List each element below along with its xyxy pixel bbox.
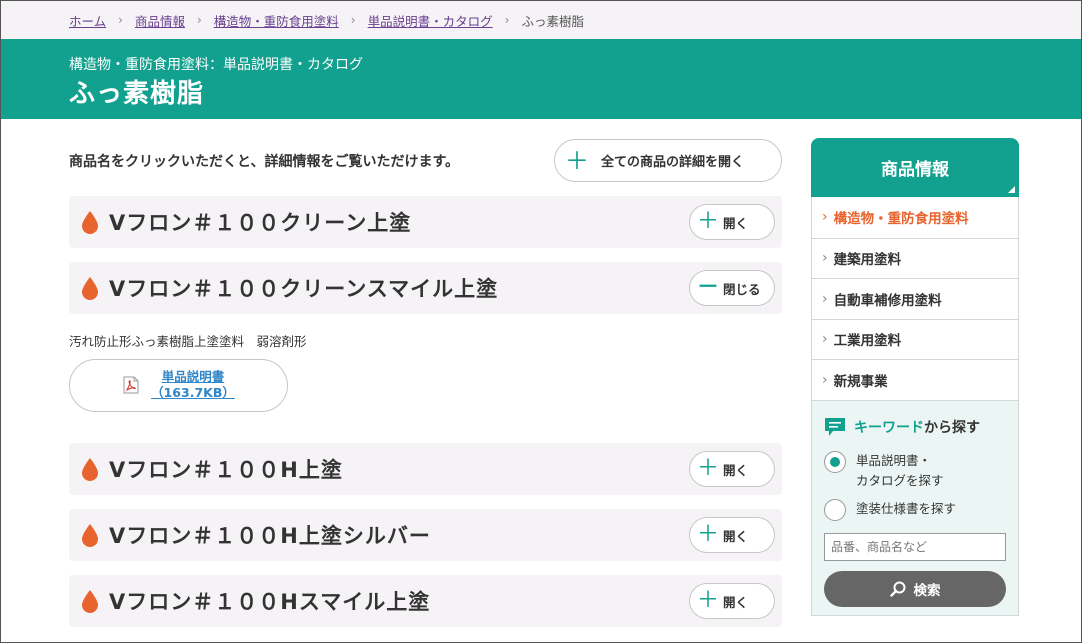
open-all-label: 全ての商品の詳細を開く [601,155,745,170]
speech-bubble-icon [825,417,845,436]
drop-icon [82,277,98,300]
chevron-right-icon: › [822,331,828,348]
chevron-right-icon: › [118,13,123,27]
sidebar-item-label: 構造物・重防食用塗料 [833,211,969,228]
radio-button-checked[interactable] [824,450,846,473]
breadcrumb: ホーム › 商品情報 › 構造物・重防食用塗料 › 単品説明書・カタログ › ふ… [1,1,1081,39]
radio-catalog-label-line2: カタログを探す [856,472,944,488]
pdf-title[interactable]: 単品説明書 [148,369,238,385]
page-subtitle: 構造物・重防食用塗料：単品説明書・カタログ [69,57,363,73]
close-button[interactable]: － 閉じる [689,270,775,306]
drop-icon [82,211,98,234]
sidebar-item-auto-refinish[interactable]: › 自動車補修用塗料 [812,278,1018,319]
sidebar-item-structure-coatings[interactable]: › 構造物・重防食用塗料 [812,197,1018,238]
chevron-right-icon: › [350,13,356,27]
breadcrumb-home[interactable]: ホーム [69,11,106,30]
product-name[interactable]: Vフロン＃１００クリーンスマイル上塗 [109,273,498,303]
drop-icon [82,524,98,547]
sidebar-item-building-coatings[interactable]: › 建築用塗料 [812,237,1018,278]
breadcrumb-products[interactable]: 商品情報 [135,11,185,30]
toggle-label: 閉じる [723,281,761,297]
toggle-label: 開く [723,594,749,610]
plus-icon: ＋ [697,209,720,234]
page-header: 構造物・重防食用塗料：単品説明書・カタログ ふっ素樹脂 [1,39,1081,119]
breadcrumb-current: ふっ素樹脂 [521,13,584,29]
radio-button[interactable] [824,498,846,521]
sidebar-item-label: 新規事業 [833,373,888,390]
keyword-title-rest: から探す [924,419,980,436]
chevron-right-icon: › [822,250,828,267]
open-button[interactable]: ＋ 開く [689,517,775,553]
product-row[interactable]: Vフロン＃１００クリーンスマイル上塗 － 閉じる [69,262,782,314]
radio-catalog-label: 単品説明書・ カタログを探す [856,451,944,491]
product-name[interactable]: Vフロン＃１００H上塗シルバー [109,520,431,550]
search-button[interactable]: 検索 [824,570,1006,607]
chevron-right-icon: › [822,371,828,388]
intro-text: 商品名をクリックいただくと、詳細情報をご覧いただけます。 [69,154,460,170]
sidebar-item-label: 建築用塗料 [833,252,902,269]
breadcrumb-catalog[interactable]: 単品説明書・カタログ [368,11,493,30]
plus-icon: ＋ [565,146,589,175]
drop-icon [82,458,98,481]
sidebar-title-text: 商品情報 [881,160,949,180]
keyword-search-input[interactable] [824,532,1006,561]
toggle-label: 開く [723,462,749,478]
sidebar-title: 商品情報 [811,138,1019,197]
pdf-download-button[interactable]: 単品説明書 （163.7KB） [69,359,288,412]
open-button[interactable]: ＋ 開く [689,451,775,487]
keyword-title-accent: キーワード [854,419,924,436]
search-button-label: 検索 [913,582,941,599]
open-button[interactable]: ＋ 開く [689,204,775,240]
plus-icon: ＋ [697,456,720,481]
product-row[interactable]: Vフロン＃１００H上塗 ＋ 開く [69,443,782,495]
toggle-label: 開く [723,528,749,544]
corner-triangle-icon [1008,186,1015,193]
sidebar-item-new-business[interactable]: › 新規事業 [812,359,1018,400]
product-row[interactable]: Vフロン＃１００クリーン上塗 ＋ 開く [69,196,782,248]
sidebar-item-industrial-coatings[interactable]: › 工業用塗料 [812,318,1018,359]
radio-spec-label: 塗装仕様書を探す [856,500,957,516]
sidebar-list: › 構造物・重防食用塗料 › 建築用塗料 › 自動車補修用塗料 › 工業用塗料 … [811,197,1019,401]
product-name[interactable]: Vフロン＃１００クリーン上塗 [109,207,411,237]
chevron-right-icon: › [822,290,828,307]
pdf-icon [123,376,139,394]
chevron-right-icon: › [504,13,510,27]
pdf-link[interactable]: 単品説明書 （163.7KB） [148,369,238,401]
pdf-size[interactable]: （163.7KB） [148,385,238,401]
search-icon [889,581,905,597]
product-name[interactable]: Vフロン＃１００H上塗 [109,454,343,484]
radio-catalog-label-line1: 単品説明書・ [856,452,932,468]
product-row[interactable]: Vフロン＃１００H上塗シルバー ＋ 開く [69,509,782,561]
product-row[interactable]: Vフロン＃１００Hスマイル上塗 ＋ 開く [69,575,782,627]
keyword-search-panel: キーワード から探す 単品説明書・ カタログを探す 塗装仕様書を探す 検索 [811,400,1019,616]
chevron-right-icon: › [822,209,828,226]
plus-icon: ＋ [697,522,720,547]
radio-catalog[interactable]: 単品説明書・ カタログを探す [824,450,944,491]
minus-icon: － [697,275,720,300]
open-button[interactable]: ＋ 開く [689,583,775,619]
plus-icon: ＋ [697,588,720,613]
drop-icon [82,590,98,613]
product-name[interactable]: Vフロン＃１００Hスマイル上塗 [109,586,430,616]
product-description: 汚れ防止形ふっ素樹脂上塗塗料 弱溶剤形 [69,334,307,349]
radio-spec[interactable]: 塗装仕様書を探す [824,498,957,521]
breadcrumb-structure-coatings[interactable]: 構造物・重防食用塗料 [214,11,339,30]
keyword-search-title: キーワード から探す [824,417,980,437]
page-title: ふっ素樹脂 [69,79,205,109]
toggle-label: 開く [723,215,749,231]
chevron-right-icon: › [196,13,202,27]
sidebar-item-label: 工業用塗料 [833,333,902,350]
sidebar-item-label: 自動車補修用塗料 [833,292,942,309]
sidebar: 商品情報 › 構造物・重防食用塗料 › 建築用塗料 › 自動車補修用塗料 › 工… [811,138,1019,616]
open-all-button[interactable]: ＋ 全ての商品の詳細を開く [554,139,782,182]
